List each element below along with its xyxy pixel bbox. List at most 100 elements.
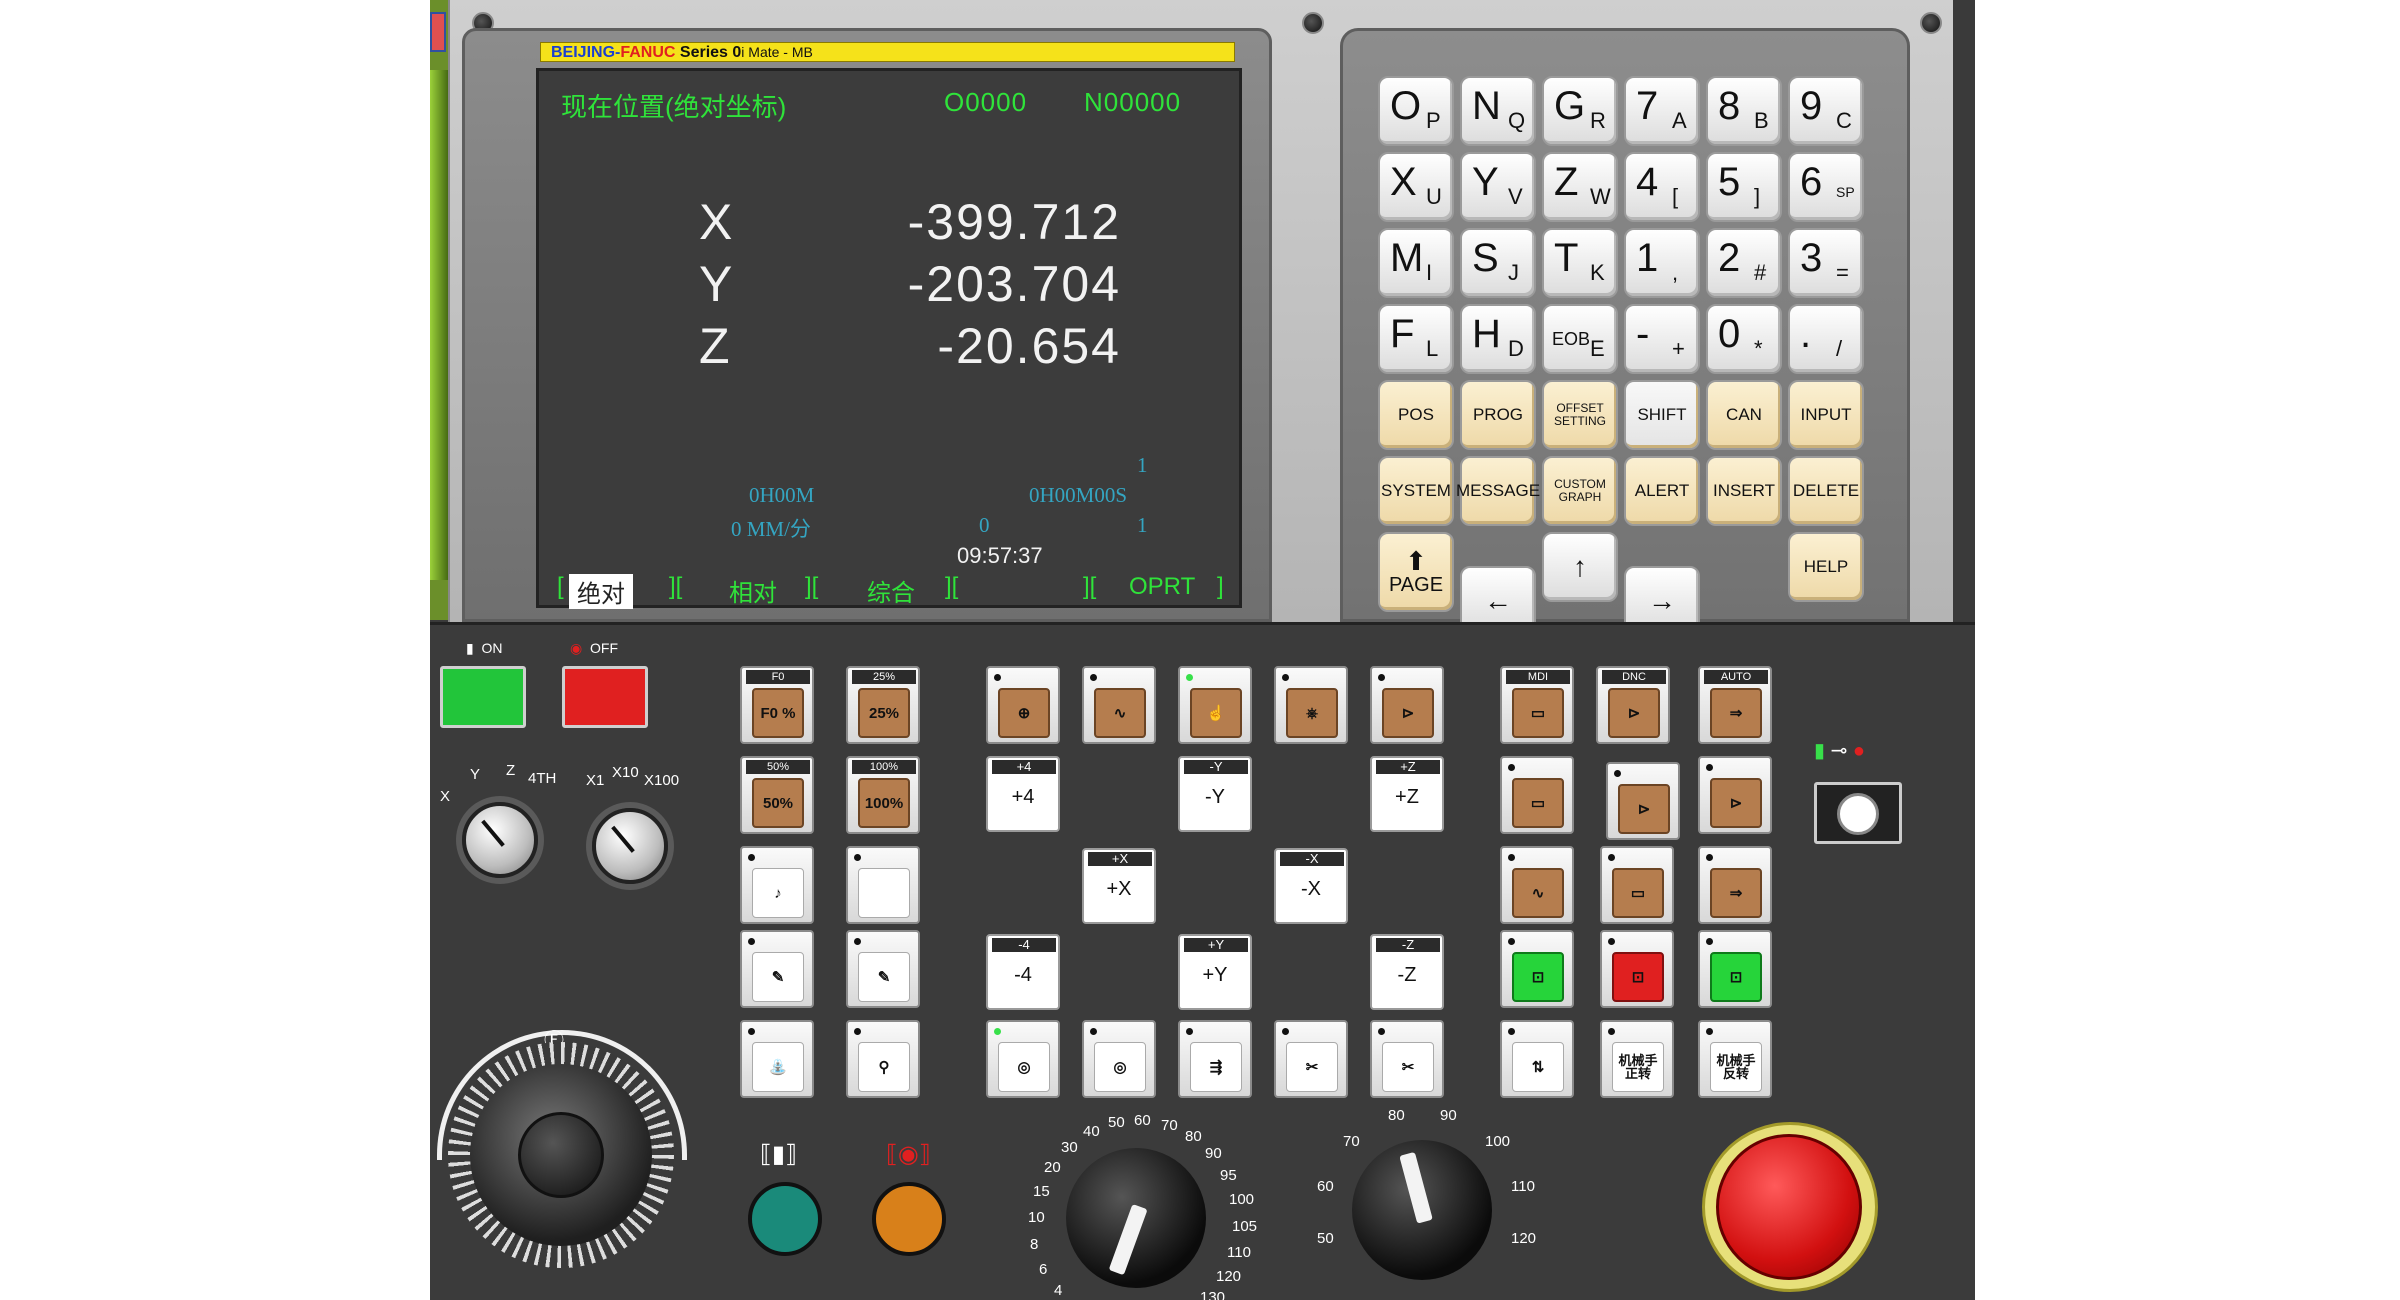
key-delete[interactable]: DELETE bbox=[1788, 456, 1864, 526]
emergency-stop-button[interactable] bbox=[1716, 1134, 1862, 1280]
coolant-button[interactable]: ⛲ bbox=[740, 1020, 814, 1098]
reference-return-button[interactable]: ⊕ bbox=[986, 666, 1060, 744]
step-mode-button[interactable]: ☝ bbox=[1178, 666, 1252, 744]
target-icon: ⊕ bbox=[998, 688, 1050, 738]
tool-release-button[interactable]: ⇅ bbox=[1500, 1020, 1574, 1098]
jog-minus-z-button[interactable]: -Z -Z bbox=[1370, 934, 1444, 1010]
feed-override-100-button[interactable]: 100% 100% bbox=[846, 756, 920, 834]
feed-hold-button[interactable]: ⊡ bbox=[1600, 930, 1674, 1008]
tool-forward-button[interactable]: 机械手正转 bbox=[1600, 1020, 1674, 1098]
key-dot[interactable]: . / bbox=[1788, 304, 1864, 374]
key-input[interactable]: INPUT bbox=[1788, 380, 1864, 450]
key-custom-graph[interactable]: CUSTOM GRAPH bbox=[1542, 456, 1618, 526]
key-o[interactable]: OP bbox=[1378, 76, 1454, 146]
key-8[interactable]: 8B bbox=[1706, 76, 1782, 146]
key-prog[interactable]: PROG bbox=[1460, 380, 1536, 450]
program-test-button[interactable]: ⊳ bbox=[1606, 762, 1680, 840]
key-m[interactable]: MI bbox=[1378, 228, 1454, 298]
softkey-absolute[interactable]: 绝对 bbox=[569, 574, 633, 609]
rapid-button[interactable]: ⇶ bbox=[1178, 1020, 1252, 1098]
jog-minus-4-button[interactable]: -4 -4 bbox=[986, 934, 1060, 1010]
key-pos[interactable]: POS bbox=[1378, 380, 1454, 450]
feed-override-dial[interactable] bbox=[1066, 1148, 1206, 1288]
jog-mode-button[interactable]: ∿ bbox=[1082, 666, 1156, 744]
key-3[interactable]: 3 = bbox=[1788, 228, 1864, 298]
feed-override-25-button[interactable]: 25% 25% bbox=[846, 666, 920, 744]
softkey-all[interactable]: 综合 bbox=[867, 573, 915, 608]
axis-select-dial[interactable] bbox=[462, 802, 538, 878]
key-can[interactable]: CAN bbox=[1706, 380, 1782, 450]
program-protect-button[interactable]: ▭ bbox=[1500, 756, 1574, 834]
dnc-mode-button[interactable]: DNC ⊳ bbox=[1596, 666, 1670, 744]
power-on-button[interactable] bbox=[440, 666, 526, 728]
key-7[interactable]: 7A bbox=[1624, 76, 1700, 146]
key-minus[interactable]: - + bbox=[1624, 304, 1700, 374]
spindle-override-dial[interactable] bbox=[1352, 1140, 1492, 1280]
block-delete-button[interactable]: ⇒ bbox=[1698, 846, 1772, 924]
feed-hold-round-button[interactable] bbox=[872, 1182, 946, 1256]
program-restart-button[interactable]: ✂ bbox=[1274, 1020, 1348, 1098]
power-off-button[interactable] bbox=[562, 666, 648, 728]
step-select-dial[interactable] bbox=[592, 808, 668, 884]
handwheel-mode-button[interactable]: ⎈ bbox=[1274, 666, 1348, 744]
cycle-start-round-button[interactable] bbox=[748, 1182, 822, 1256]
skip-button[interactable]: ✎ bbox=[740, 930, 814, 1008]
key-shift[interactable]: SHIFT bbox=[1624, 380, 1700, 450]
key-offset-setting[interactable]: OFFSET SETTING bbox=[1542, 380, 1618, 450]
spindle-cw-button[interactable]: ◎ bbox=[986, 1020, 1060, 1098]
key-4[interactable]: 4[ bbox=[1624, 152, 1700, 222]
key-page-up[interactable]: ⬆ PAGE bbox=[1378, 532, 1454, 612]
key-eob[interactable]: EOB E bbox=[1542, 304, 1618, 374]
jog-plus-z-button[interactable]: +Z +Z bbox=[1370, 756, 1444, 832]
blank-button[interactable] bbox=[846, 846, 920, 924]
spindle-stop-button[interactable]: ◎ bbox=[1082, 1020, 1156, 1098]
key-y[interactable]: YV bbox=[1460, 152, 1536, 222]
feed-override-50-button[interactable]: 50% 50% bbox=[740, 756, 814, 834]
key-insert[interactable]: INSERT bbox=[1706, 456, 1782, 526]
jog-plus-y-button[interactable]: +Y +Y bbox=[1178, 934, 1252, 1010]
jog-minus-x-button[interactable]: -X -X bbox=[1274, 848, 1348, 924]
key-t[interactable]: TK bbox=[1542, 228, 1618, 298]
edit-mode-button[interactable]: ⊳ bbox=[1370, 666, 1444, 744]
key-message[interactable]: MESSAGE bbox=[1456, 456, 1540, 526]
key-1[interactable]: 1, bbox=[1624, 228, 1700, 298]
jog-plus-4-button[interactable]: +4 +4 bbox=[986, 756, 1060, 832]
key-help[interactable]: HELP bbox=[1788, 532, 1864, 602]
arrow-up-key[interactable]: ↑ bbox=[1542, 532, 1618, 602]
jog-feed-button[interactable]: ∿ bbox=[1500, 846, 1574, 924]
softkey-oprt[interactable]: OPRT bbox=[1129, 573, 1195, 601]
key-alert[interactable]: ALERT bbox=[1624, 456, 1700, 526]
key-5[interactable]: 5] bbox=[1706, 152, 1782, 222]
key-s[interactable]: SJ bbox=[1460, 228, 1536, 298]
jog-plus-x-button[interactable]: +X +X bbox=[1082, 848, 1156, 924]
dry-run-button[interactable]: ✎ bbox=[846, 930, 920, 1008]
key-g[interactable]: GR bbox=[1542, 76, 1618, 146]
single-step-button[interactable]: ▭ bbox=[1600, 846, 1674, 924]
key-z[interactable]: ZW bbox=[1542, 152, 1618, 222]
jog-minus-y-button[interactable]: -Y -Y bbox=[1178, 756, 1252, 832]
key-h[interactable]: HD bbox=[1460, 304, 1536, 374]
mdi-mode-button[interactable]: MDI ▭ bbox=[1500, 666, 1574, 744]
tool-forward-label: 机械手正转 bbox=[1612, 1042, 1664, 1092]
manual-pulse-generator[interactable] bbox=[448, 1042, 674, 1268]
key-2[interactable]: 2 # bbox=[1706, 228, 1782, 298]
key-n[interactable]: NQ bbox=[1460, 76, 1536, 146]
single-block-button[interactable]: ♪ bbox=[740, 846, 814, 924]
key-x[interactable]: XU bbox=[1378, 152, 1454, 222]
optional-stop-button[interactable]: ✂ bbox=[1370, 1020, 1444, 1098]
key-system[interactable]: SYSTEM bbox=[1378, 456, 1454, 526]
program-stop-button[interactable]: ⊡ bbox=[1698, 930, 1772, 1008]
feed-override-f0-button[interactable]: F0 F0 % bbox=[740, 666, 814, 744]
lighting-button[interactable]: ⚲ bbox=[846, 1020, 920, 1098]
machine-lock-button[interactable]: ⊳ bbox=[1698, 756, 1772, 834]
key-6[interactable]: 6 SP bbox=[1788, 152, 1864, 222]
key-9[interactable]: 9C bbox=[1788, 76, 1864, 146]
key-f[interactable]: FL bbox=[1378, 304, 1454, 374]
softkey-relative[interactable]: 相对 bbox=[729, 573, 777, 608]
tool-reverse-button[interactable]: 机械手反转 bbox=[1698, 1020, 1772, 1098]
cycle-start-button[interactable]: ⊡ bbox=[1500, 930, 1574, 1008]
button-tag: MDI bbox=[1506, 670, 1570, 684]
program-protect-keyswitch[interactable] bbox=[1814, 782, 1902, 844]
auto-mode-button[interactable]: AUTO ⇒ bbox=[1698, 666, 1772, 744]
key-0[interactable]: 0 * bbox=[1706, 304, 1782, 374]
